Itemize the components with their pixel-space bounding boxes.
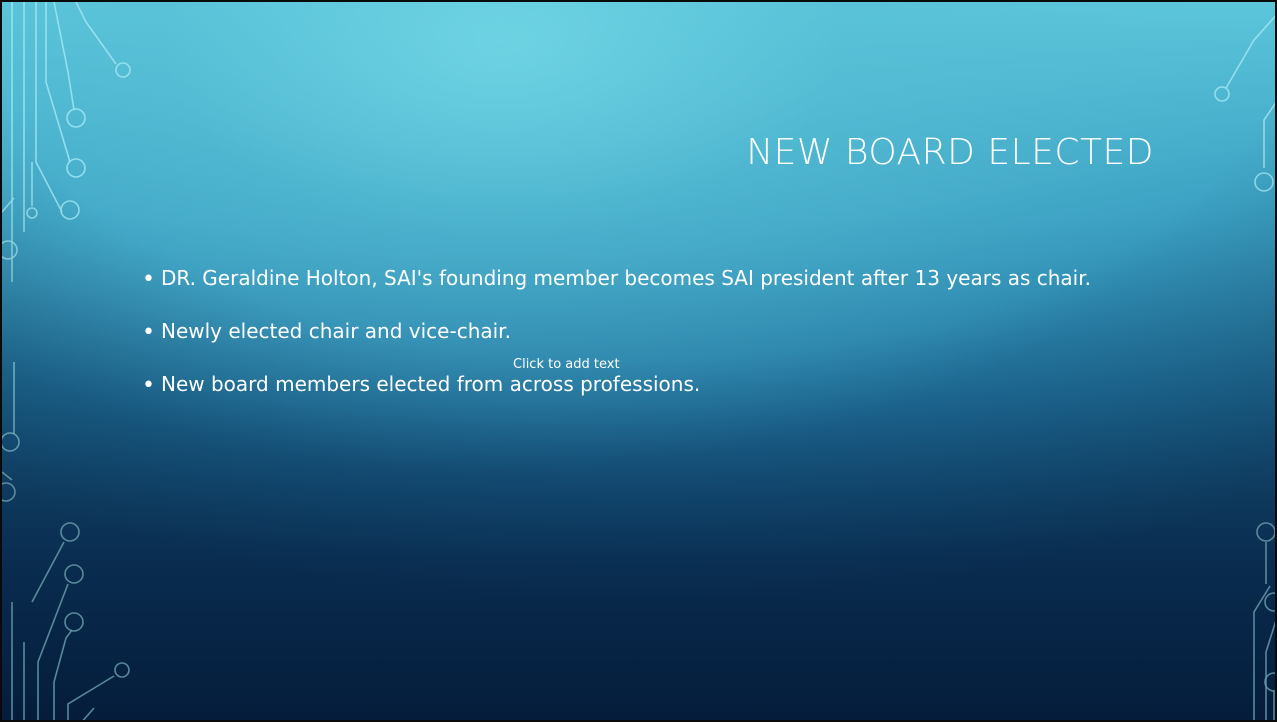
circuit-trace — [1225, 15, 1275, 89]
bullet-item[interactable]: • Newly elected chair and vice-chair. — [142, 313, 1172, 349]
circuit-node — [64, 612, 84, 632]
circuit-node — [1214, 86, 1230, 102]
circuit-node — [2, 240, 18, 260]
circuit-trace — [45, 2, 71, 163]
circuit-trace — [37, 583, 69, 720]
circuit-node — [1264, 672, 1275, 692]
circuit-trace — [1253, 585, 1271, 720]
slide-title[interactable]: NEW BOARD ELECTED — [602, 132, 1154, 173]
circuit-trace — [75, 2, 117, 65]
circuit-trace — [2, 471, 13, 481]
slide-canvas[interactable]: NEW BOARD ELECTED • DR. Geraldine Holton… — [0, 0, 1277, 722]
circuit-node — [26, 207, 38, 219]
circuit-node — [60, 522, 80, 542]
circuit-node — [66, 158, 86, 178]
circuit-trace — [53, 629, 73, 720]
circuit-trace — [82, 707, 95, 720]
circuit-node — [1254, 172, 1274, 192]
bullet-dot: • — [142, 320, 155, 345]
circuit-node — [64, 564, 84, 584]
circuit-trace — [35, 2, 63, 213]
circuit-node — [1256, 522, 1275, 542]
bullet-text: New board members elected from across pr… — [161, 372, 701, 396]
circuit-trace — [31, 541, 65, 603]
bullet-item[interactable]: • DR. Geraldine Holton, SAI's founding m… — [142, 260, 1172, 296]
circuit-node — [114, 662, 130, 678]
circuit-node — [1264, 592, 1275, 612]
bullet-list[interactable]: • DR. Geraldine Holton, SAI's founding m… — [142, 260, 1172, 419]
circuit-node — [2, 482, 16, 502]
bullet-dot: • — [142, 267, 155, 292]
circuit-trace — [1263, 102, 1275, 168]
circuit-trace — [67, 675, 115, 720]
bullet-item[interactable]: • New board members elected from across … — [142, 366, 1172, 402]
circuit-node — [66, 108, 86, 128]
circuit-node — [60, 200, 80, 220]
text-placeholder[interactable]: Click to add text — [513, 357, 620, 372]
circuit-trace — [53, 2, 75, 111]
circuit-trace — [1265, 620, 1275, 720]
bullet-dot: • — [142, 373, 155, 398]
bullet-text: DR. Geraldine Holton, SAI's founding mem… — [161, 266, 1091, 290]
circuit-trace — [2, 197, 15, 213]
circuit-node — [2, 432, 20, 452]
bullet-text: Newly elected chair and vice-chair. — [161, 319, 511, 343]
circuit-node — [115, 62, 131, 78]
